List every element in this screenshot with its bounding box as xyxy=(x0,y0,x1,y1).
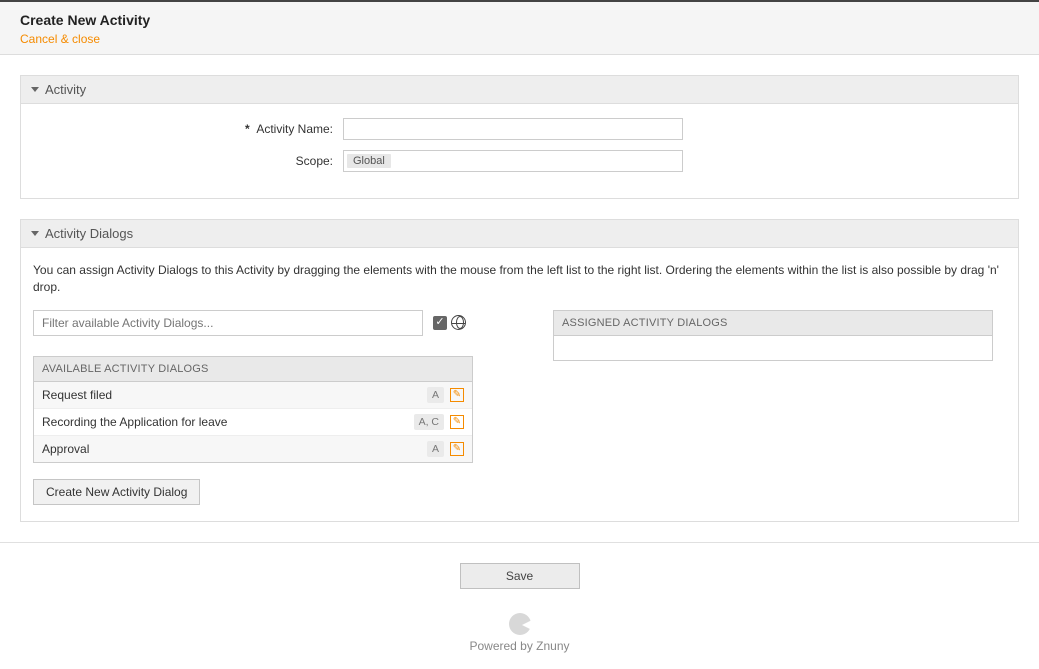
activity-dialogs-panel-header[interactable]: Activity Dialogs xyxy=(21,220,1018,248)
dialog-name: Request filed xyxy=(42,388,427,402)
available-dialog-row[interactable]: ApprovalA ✎ xyxy=(34,436,472,462)
divider xyxy=(0,542,1039,543)
page-title: Create New Activity xyxy=(20,12,1019,28)
caret-down-icon xyxy=(31,231,39,236)
cancel-close-link[interactable]: Cancel & close xyxy=(20,32,100,46)
assigned-dialogs-list: ASSIGNED ACTIVITY DIALOGS xyxy=(553,310,993,361)
activity-dialogs-panel: Activity Dialogs You can assign Activity… xyxy=(20,219,1019,522)
globe-icon[interactable] xyxy=(451,315,466,330)
page-header: Create New Activity Cancel & close xyxy=(0,0,1039,55)
check-icon[interactable]: ✓ xyxy=(433,316,447,330)
available-dialogs-list: AVAILABLE ACTIVITY DIALOGS Request filed… xyxy=(33,356,473,463)
footer: Powered by Znuny xyxy=(0,607,1039,669)
available-dialog-row[interactable]: Recording the Application for leaveA, C ✎ xyxy=(34,409,472,436)
dialog-tag: A xyxy=(427,441,444,457)
znuny-logo-icon xyxy=(509,613,531,635)
assigned-dialogs-dropzone[interactable] xyxy=(554,336,992,360)
available-dialog-row[interactable]: Request filedA ✎ xyxy=(34,382,472,409)
scope-select[interactable]: Global xyxy=(343,150,683,172)
activity-panel-title: Activity xyxy=(45,82,86,97)
edit-icon[interactable]: ✎ xyxy=(450,388,464,402)
assigned-dialogs-header: ASSIGNED ACTIVITY DIALOGS xyxy=(554,311,992,336)
activity-panel-header[interactable]: Activity xyxy=(21,76,1018,104)
save-button[interactable]: Save xyxy=(460,563,580,589)
edit-icon[interactable]: ✎ xyxy=(450,415,464,429)
caret-down-icon xyxy=(31,87,39,92)
dialog-tag: A xyxy=(427,387,444,403)
scope-label: Scope: xyxy=(33,154,343,168)
dialogs-help-text: You can assign Activity Dialogs to this … xyxy=(33,262,1006,296)
activity-dialogs-panel-title: Activity Dialogs xyxy=(45,226,133,241)
dialog-tag: A, C xyxy=(414,414,444,430)
available-dialogs-header: AVAILABLE ACTIVITY DIALOGS xyxy=(34,357,472,382)
create-activity-dialog-button[interactable]: Create New Activity Dialog xyxy=(33,479,200,505)
footer-text: Powered by Znuny xyxy=(0,639,1039,653)
scope-chip: Global xyxy=(347,154,391,168)
required-star-icon: * xyxy=(245,122,250,136)
edit-icon[interactable]: ✎ xyxy=(450,442,464,456)
activity-panel: Activity * Activity Name: Scope: Global xyxy=(20,75,1019,199)
filter-dialogs-input[interactable] xyxy=(33,310,423,336)
activity-name-label: * Activity Name: xyxy=(33,122,343,136)
activity-name-input[interactable] xyxy=(343,118,683,140)
dialog-name: Approval xyxy=(42,442,427,456)
dialog-name: Recording the Application for leave xyxy=(42,415,414,429)
